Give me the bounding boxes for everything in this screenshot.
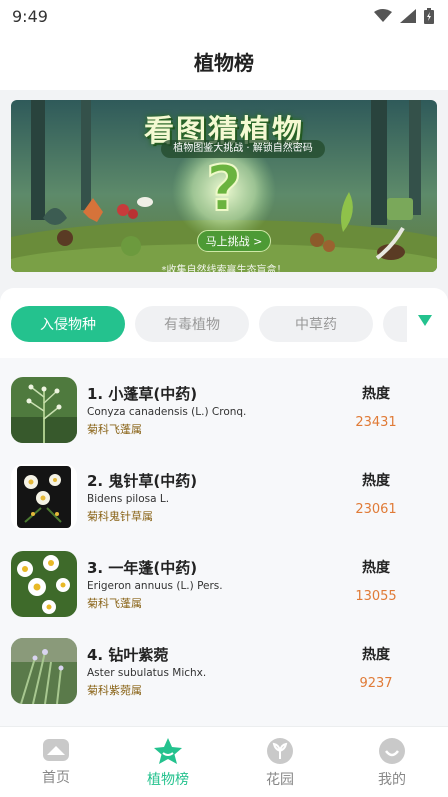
heat-label: 热度 [362,386,390,402]
plant-family: 菊科飞蓬属 [87,597,142,610]
list-item[interactable]: 4. 钻叶紫菀 Aster subulatus Michx. 菊科紫菀属 热度 … [0,638,448,718]
category-tabs: 入侵物种 有毒植物 中草药 多 [11,306,407,342]
garden-icon [267,738,293,764]
expand-tabs-icon[interactable] [416,312,434,330]
heat-value: 23061 [355,502,397,517]
bottom-nav: 首页 植物榜 花园 我的 [0,726,448,797]
plant-name: 2. 鬼针草(中药) [87,472,198,490]
status-bar: 9:49 [0,0,448,32]
home-icon [43,739,69,761]
list-item[interactable]: 1. 小蓬草(中药) Conyza canadensis (L.) Cronq.… [0,377,448,457]
plant-latin-name: Conyza canadensis (L.) Cronq. [87,406,247,418]
banner-footnote: *收集自然线索赢生态盲盒！ [161,265,287,272]
heat-label: 热度 [362,473,390,489]
challenge-button[interactable]: 马上挑战 > [197,230,271,252]
banner-subtitle: 植物图鉴大挑战 · 解锁自然密码 [161,140,325,158]
plant-ranking-list: 1. 小蓬草(中药) Conyza canadensis (L.) Cronq.… [0,358,448,726]
plant-thumbnail [11,551,77,617]
plant-latin-name: Bidens pilosa L. [87,493,170,505]
nav-garden-label: 花园 [266,772,294,788]
heat-value: 9237 [359,676,393,691]
page-title: 植物榜 [194,50,254,75]
heat-value: 23431 [355,415,397,430]
status-icons [374,8,434,24]
plant-family: 菊科飞蓬属 [87,423,142,436]
nav-profile-label: 我的 [378,772,406,788]
plant-family: 菊科紫菀属 [87,684,142,697]
battery-icon [424,8,434,24]
tab-more-partial[interactable]: 多 [383,306,407,342]
guess-plant-banner[interactable]: ? 看图猜植物 植物图鉴大挑战 · 解锁自然密码 马上挑战 > *收集自然线索赢… [11,100,437,272]
plant-latin-name: Erigeron annuus (L.) Pers. [87,580,223,592]
heat-label: 热度 [362,647,390,663]
nav-garden[interactable]: 花园 [224,727,336,797]
plant-name: 1. 小蓬草(中药) [87,385,198,403]
plant-name: 3. 一年蓬(中药) [87,559,198,577]
svg-text:?: ? [206,152,242,225]
plant-name: 4. 钻叶紫菀 [87,646,169,664]
list-item[interactable]: 3. 一年蓬(中药) Erigeron annuus (L.) Pers. 菊科… [0,551,448,631]
plant-latin-name: Aster subulatus Michx. [87,667,207,679]
heat-value: 13055 [355,589,397,604]
plant-thumbnail [11,464,77,530]
nav-home-label: 首页 [42,770,70,786]
tab-invasive-species[interactable]: 入侵物种 [11,306,125,342]
nav-home[interactable]: 首页 [0,727,112,797]
page-header: 植物榜 [0,32,448,90]
tab-herbal-medicine[interactable]: 中草药 [259,306,373,342]
signal-icon [400,9,416,23]
star-icon [154,738,182,764]
status-time: 9:49 [12,6,48,26]
plant-thumbnail [11,377,77,443]
nav-plant-ranking[interactable]: 植物榜 [112,727,224,797]
category-tab-panel: 入侵物种 有毒植物 中草药 多 [0,288,448,358]
plant-family: 菊科鬼针草属 [87,510,153,523]
nav-profile[interactable]: 我的 [336,727,448,797]
wifi-icon [374,9,392,22]
plant-thumbnail [11,638,77,704]
profile-icon [379,738,405,764]
list-item[interactable]: 2. 鬼针草(中药) Bidens pilosa L. 菊科鬼针草属 热度 23… [0,464,448,544]
nav-plant-ranking-label: 植物榜 [147,772,189,788]
tab-poisonous-plants[interactable]: 有毒植物 [135,306,249,342]
heat-label: 热度 [362,560,390,576]
